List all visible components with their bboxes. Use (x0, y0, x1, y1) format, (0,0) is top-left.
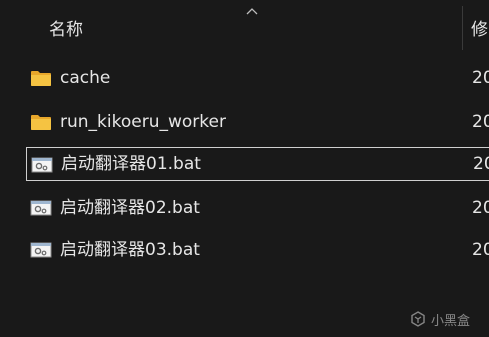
column-header: 名称 修 (0, 0, 489, 56)
file-explorer-window: 名称 修 cache 20 run_kikoeru_worker 20 启动翻译… (0, 0, 489, 337)
file-name: 启动翻译器02.bat (60, 198, 200, 218)
file-date: 20 (472, 198, 489, 218)
watermark: 小黑盒 (410, 309, 470, 329)
batch-file-icon (31, 157, 53, 173)
file-row-cache[interactable]: cache 20 (26, 61, 489, 95)
file-row-translator-01[interactable]: 启动翻译器01.bat 20 (26, 147, 489, 181)
xiaoheihe-logo-icon (411, 311, 425, 327)
watermark-text: 小黑盒 (431, 313, 471, 329)
file-name: run_kikoeru_worker (60, 112, 226, 132)
file-date: 20 (472, 68, 489, 88)
modified-column-label: 修 (471, 20, 488, 40)
file-date: 20 (472, 240, 489, 260)
file-name: 启动翻译器03.bat (60, 240, 200, 260)
folder-icon (31, 115, 51, 130)
folder-icon (31, 71, 51, 86)
modified-column-header[interactable]: 修 (463, 0, 489, 56)
batch-file-icon (30, 200, 52, 216)
file-date: 20 (472, 112, 489, 132)
name-column-label: 名称 (49, 20, 83, 40)
file-name: cache (60, 68, 111, 88)
file-name: 启动翻译器01.bat (61, 154, 201, 174)
batch-file-icon (30, 242, 52, 258)
file-row-run-kikoeru-worker[interactable]: run_kikoeru_worker 20 (26, 105, 489, 139)
chevron-up-icon (246, 8, 258, 15)
file-row-translator-02[interactable]: 启动翻译器02.bat 20 (26, 191, 489, 225)
file-row-translator-03[interactable]: 启动翻译器03.bat 20 (26, 233, 489, 267)
file-date: 20 (473, 154, 489, 174)
name-column-header[interactable]: 名称 (0, 0, 462, 56)
